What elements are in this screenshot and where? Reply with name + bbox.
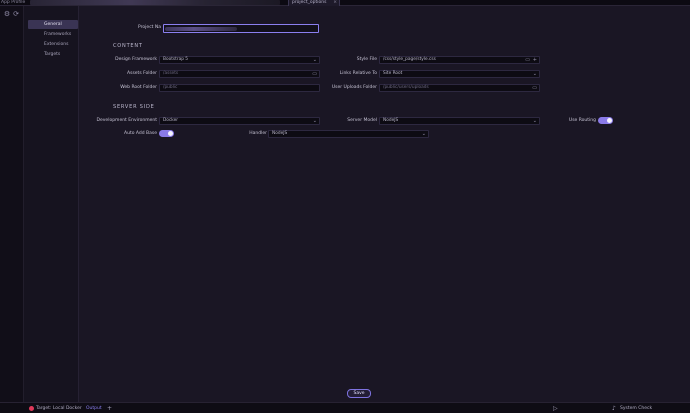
nav-item-targets[interactable]: Targets xyxy=(28,50,78,59)
web-root-label: Web Root Folder xyxy=(120,85,157,90)
server-model-value: NodeJS xyxy=(383,118,399,123)
user-uploads-input[interactable]: /public/users/uploads ▭ xyxy=(379,84,540,92)
links-relative-select[interactable]: Site Root ⌄ xyxy=(379,70,540,78)
sync-icon[interactable]: ⟳ xyxy=(12,10,20,18)
use-routing-label: Use Routing xyxy=(568,118,596,123)
server-model-label: Server Model xyxy=(347,118,377,123)
user-uploads-label: User Uploads Folder xyxy=(331,85,377,90)
links-relative-value: Site Root xyxy=(383,71,403,76)
project-name-input[interactable] xyxy=(163,24,319,33)
web-root-input[interactable]: /public xyxy=(159,84,320,92)
bell-icon[interactable]: ♪ xyxy=(612,403,616,413)
redacted-value xyxy=(165,27,237,31)
web-root-placeholder: /public xyxy=(163,85,178,90)
folder-icon[interactable]: ▭ xyxy=(532,85,537,91)
handler-value: NodeJS xyxy=(272,131,288,136)
assets-folder-placeholder: /assets xyxy=(163,71,179,76)
auto-add-base-toggle[interactable] xyxy=(159,130,174,137)
server-side-heading: SERVER SIDE xyxy=(113,104,155,110)
style-file-input[interactable]: /css/style_page/style.css ▭ + xyxy=(379,56,540,64)
redacted-tabs xyxy=(30,0,280,5)
server-model-select[interactable]: NodeJS ⌄ xyxy=(379,117,540,125)
handler-select[interactable]: NodeJS ⌄ xyxy=(268,130,429,138)
nav-item-extensions[interactable]: Extensions xyxy=(28,40,78,49)
auto-add-base-label: Auto Add Base xyxy=(124,131,157,136)
nav-item-general[interactable]: General xyxy=(28,20,78,29)
style-file-value: /css/style_page/style.css xyxy=(383,57,436,62)
play-icon[interactable]: ▷ xyxy=(553,403,558,413)
design-framework-label: Design Framework xyxy=(115,57,157,62)
status-bar: Target: Local Docker Output + ▷ ♪ System… xyxy=(0,402,690,413)
save-button[interactable]: Save xyxy=(347,389,371,398)
plus-icon[interactable]: + xyxy=(533,57,537,63)
assets-folder-input[interactable]: /assets ▭ xyxy=(159,70,320,78)
chevron-down-icon: ⌄ xyxy=(532,71,537,77)
dev-env-select[interactable]: Docker ⌄ xyxy=(159,117,320,125)
project-name-label: Project Na xyxy=(138,25,161,30)
user-uploads-placeholder: /public/users/uploads xyxy=(383,85,429,90)
style-file-label: Style File xyxy=(356,57,377,62)
chevron-down-icon: ⌄ xyxy=(421,131,426,137)
dev-env-label: Development Environment xyxy=(96,118,157,123)
assets-folder-label: Assets Folder xyxy=(127,71,157,76)
use-routing-toggle[interactable] xyxy=(598,117,613,124)
settings-nav: General Frameworks Extensions Targets xyxy=(24,6,79,402)
add-icon[interactable]: + xyxy=(107,403,112,413)
design-framework-value: Bootstrap 5 xyxy=(163,57,189,62)
tab-label: project_options xyxy=(292,0,327,5)
folder-icon[interactable]: ▭ xyxy=(525,57,530,63)
handler-label: Handler xyxy=(249,131,267,136)
system-check-button[interactable]: System Check xyxy=(620,403,652,413)
output-tab[interactable]: Output xyxy=(86,403,102,413)
activity-bar: ⚙ ⟳ xyxy=(0,6,24,402)
target-selector[interactable]: Target: Local Docker xyxy=(36,403,82,413)
chevron-down-icon: ⌄ xyxy=(532,118,537,124)
dev-env-value: Docker xyxy=(163,118,179,123)
nav-item-frameworks[interactable]: Frameworks xyxy=(28,30,78,39)
target-status-dot xyxy=(29,406,34,411)
gear-icon[interactable]: ⚙ xyxy=(3,10,11,18)
main-panel: Project Na CONTENT Design Framework Boot… xyxy=(79,6,690,402)
content-heading: CONTENT xyxy=(113,43,143,49)
links-relative-label: Links Relative To xyxy=(339,71,377,76)
design-framework-select[interactable]: Bootstrap 5 ⌄ xyxy=(159,56,320,64)
